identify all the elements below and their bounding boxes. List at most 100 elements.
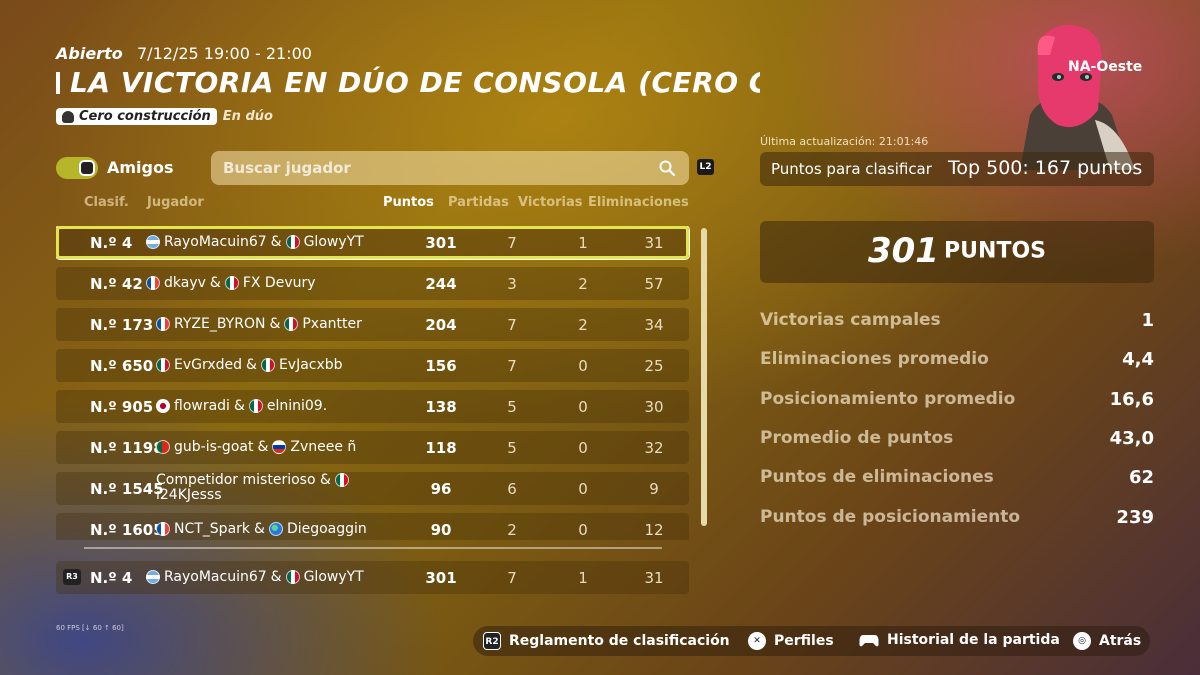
cross-key-icon: ✕	[748, 632, 766, 650]
col-points[interactable]: Puntos	[383, 195, 434, 210]
team-players: RayoMacuin67 & GlowyYT	[146, 234, 364, 250]
col-wins[interactable]: Victorias	[518, 195, 583, 210]
table-row-selected[interactable]: N.º 4 RayoMacuin67 & GlowyYT 301 7 1 31	[56, 226, 689, 259]
stat-value: 4,4	[1122, 349, 1154, 371]
wins-cell: 1	[578, 234, 588, 252]
player-two-name[interactable]: GlowyYT	[304, 569, 364, 585]
player-two-name[interactable]: GlowyYT	[304, 234, 364, 250]
matches-cell: 7	[507, 569, 517, 587]
matches-cell: 7	[507, 234, 517, 252]
elims-cell: 32	[644, 439, 664, 457]
matches-cell: 2	[507, 521, 517, 539]
player-one-name[interactable]: RYZE_BYRON	[174, 316, 265, 332]
team-separator: &	[269, 316, 281, 332]
player-two-name[interactable]: Diegoaggin	[287, 521, 367, 537]
elims-cell: 34	[644, 316, 664, 334]
player-one-name[interactable]: NCT_Spark	[174, 521, 250, 537]
profiles-button[interactable]: ✕ Perfiles	[748, 632, 834, 650]
table-row[interactable]: N.º 1545 Competidor misterioso & i24KJess…	[56, 472, 689, 505]
flag-icon	[248, 399, 263, 413]
col-elims[interactable]: Eliminaciones	[588, 195, 689, 210]
rank-label: N.º 1605	[90, 521, 164, 539]
rules-button[interactable]: R2 Reglamento de clasificación	[483, 632, 730, 650]
leaderboard-scrollbar[interactable]	[701, 228, 707, 526]
col-player[interactable]: Jugador	[147, 195, 204, 210]
elims-cell: 25	[644, 357, 664, 375]
leaderboard-list[interactable]: N.º 4 RayoMacuin67 & GlowyYT 301 7 1 31 N.º 42…	[56, 226, 690, 540]
player-one-name[interactable]: Competidor misterioso	[156, 472, 316, 488]
table-row[interactable]: N.º 1198 gub-is-goat & Zvneee ñ 118 5 0 32	[56, 431, 689, 464]
mode-sub-label: En dúo	[222, 109, 273, 124]
team-players: EvGrxded & EvJacxbb	[156, 357, 343, 373]
player-one-name[interactable]: dkayv	[164, 275, 206, 291]
player-two-name[interactable]: Pxantter	[302, 316, 362, 332]
circle-key-icon: ◎	[1073, 632, 1091, 650]
player-two-name[interactable]: elnini09.	[267, 398, 327, 414]
flag-icon	[284, 317, 299, 331]
team-players: flowradi & elnini09.	[156, 398, 327, 414]
player-two-name[interactable]: FX Devury	[243, 275, 316, 291]
search-placeholder: Buscar jugador	[223, 159, 351, 177]
search-icon	[659, 160, 675, 176]
stat-label: Posicionamiento promedio	[760, 388, 1016, 409]
team-separator: &	[233, 398, 245, 414]
table-row[interactable]: N.º 650 EvGrxded & EvJacxbb 156 7 0 25	[56, 349, 689, 382]
team-players: RayoMacuin67 & GlowyYT	[146, 569, 364, 585]
rank-label: N.º 905	[90, 398, 154, 416]
rank-label: N.º 1545	[90, 480, 164, 498]
col-matches[interactable]: Partidas	[448, 195, 509, 210]
my-team-row[interactable]: R3 N.º 4 RayoMacuin67 & GlowyYT 301 7 1 31	[56, 561, 689, 594]
stat-label: Promedio de puntos	[760, 427, 954, 448]
player-one-name[interactable]: gub-is-goat	[174, 439, 253, 455]
qualify-box: Puntos para clasificar Top 500: 167 punt…	[760, 152, 1154, 186]
wins-cell: 2	[578, 275, 588, 293]
player-one-name[interactable]: EvGrxded	[174, 357, 242, 373]
event-datetime: 7/12/25 19:00 - 21:00	[137, 44, 312, 63]
event-status: Abierto	[56, 44, 123, 63]
back-button[interactable]: ◎ Atrás	[1073, 632, 1141, 650]
table-row[interactable]: N.º 42 dkayv & FX Devury 244 3 2 57	[56, 267, 689, 300]
flag-icon	[156, 358, 170, 372]
elims-cell: 9	[649, 480, 659, 498]
event-title: LA VICTORIA EN DÚO DE CONSOLA (CERO CONS…	[70, 66, 760, 99]
matches-cell: 3	[507, 275, 517, 293]
fps-counter: 60 FPS [↓ 60 ↑ 60]	[56, 624, 124, 632]
flag-icon	[285, 235, 300, 249]
col-rank[interactable]: Clasif.	[84, 195, 129, 210]
search-hotkey-badge: L2	[697, 159, 714, 175]
points-cell: 118	[425, 439, 457, 457]
flag-icon	[156, 399, 170, 413]
table-row[interactable]: N.º 1605 NCT_Spark & Diegoaggin 90 2 0 12	[56, 513, 689, 540]
back-label: Atrás	[1099, 633, 1142, 649]
search-input[interactable]: Buscar jugador	[211, 151, 689, 185]
player-two-name[interactable]: i24KJesss	[156, 487, 222, 503]
matches-cell: 5	[507, 439, 517, 457]
elims-cell: 57	[644, 275, 664, 293]
match-history-label: Historial de la partida	[887, 632, 1060, 648]
team-players: dkayv & FX Devury	[146, 275, 316, 291]
rules-label: Reglamento de clasificación	[509, 633, 730, 649]
table-row[interactable]: N.º 173 RYZE_BYRON & Pxantter 204 7 2 34	[56, 308, 689, 341]
player-one-name[interactable]: flowradi	[174, 398, 230, 414]
team-players: gub-is-goat & Zvneee ñ	[156, 439, 356, 455]
region-label: NA-Oeste	[1068, 59, 1143, 75]
list-divider	[84, 547, 662, 549]
player-two-name[interactable]: Zvneee ñ	[290, 439, 356, 455]
points-cell: 156	[425, 357, 457, 375]
elims-cell: 31	[644, 234, 664, 252]
wins-cell: 0	[578, 480, 588, 498]
friends-toggle[interactable]	[56, 157, 98, 179]
player-one-name[interactable]: RayoMacuin67	[164, 234, 267, 250]
player-two-name[interactable]: EvJacxbb	[279, 357, 343, 373]
player-one-name[interactable]: RayoMacuin67	[164, 569, 267, 585]
table-row[interactable]: N.º 905 flowradi & elnini09. 138 5 0 30	[56, 390, 689, 423]
flag-icon	[146, 276, 160, 290]
rank-label: N.º 4	[90, 234, 133, 252]
flag-icon	[156, 522, 170, 536]
gamepad-icon	[859, 635, 879, 647]
rank-label: N.º 1198	[90, 439, 164, 457]
match-history-button[interactable]: Historial de la partida	[859, 632, 1060, 648]
points-cell: 204	[425, 316, 457, 334]
team-players: NCT_Spark & Diegoaggin	[156, 521, 367, 537]
wins-cell: 2	[578, 316, 588, 334]
